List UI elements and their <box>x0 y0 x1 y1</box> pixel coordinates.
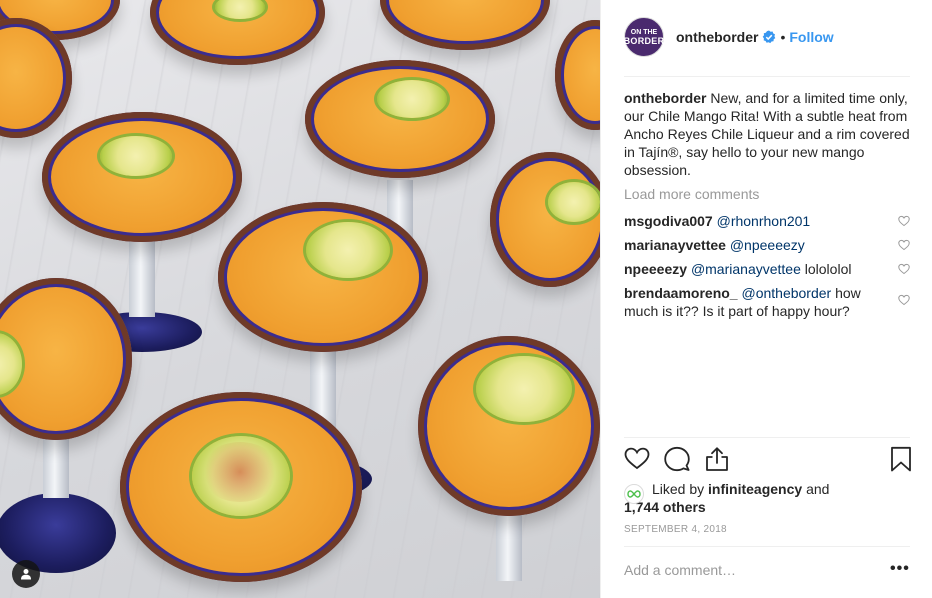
margarita-glass <box>380 0 550 50</box>
likes-summary: Liked by infiniteagency and 1,744 others <box>624 480 910 516</box>
margarita-glass <box>418 336 600 581</box>
comment-text: lolololol <box>800 261 852 277</box>
comment-icon[interactable] <box>664 446 690 472</box>
comment-item: marianayvettee @npeeeezy <box>624 236 910 254</box>
margarita-glass <box>150 0 325 65</box>
share-icon[interactable] <box>704 446 730 472</box>
comment-mention[interactable]: @ontheborder <box>741 285 831 301</box>
actions-divider <box>624 437 910 438</box>
user-tag-icon <box>21 569 31 580</box>
comment-username[interactable]: msgodiva007 <box>624 213 713 229</box>
heart-icon[interactable] <box>898 263 910 275</box>
margarita-glass <box>555 20 600 130</box>
comment-box-divider <box>624 546 910 547</box>
separator-dot: • <box>780 29 786 45</box>
margarita-glass <box>0 278 132 573</box>
options-icon[interactable]: ••• <box>890 561 910 577</box>
heart-icon[interactable] <box>624 446 650 472</box>
comment-mention[interactable]: @npeeeezy <box>730 237 805 253</box>
header-divider <box>624 76 910 77</box>
comment-item: msgodiva007 @rhonrhon201 <box>624 212 910 230</box>
heart-icon[interactable] <box>898 239 910 251</box>
post-date[interactable]: SEPTEMBER 4, 2018 <box>624 524 727 535</box>
verified-icon <box>763 30 776 44</box>
margarita-glass <box>490 152 600 287</box>
comment-item: npeeeezy @marianayvettee lolololol <box>624 260 910 278</box>
comment-mention[interactable]: @marianayvettee <box>691 261 801 277</box>
margarita-glass <box>218 202 428 501</box>
comment-username[interactable]: brendaamoreno_ <box>624 285 738 301</box>
infinity-logo-icon <box>627 490 641 498</box>
comment-username[interactable]: marianayvettee <box>624 237 726 253</box>
heart-icon[interactable] <box>898 294 910 306</box>
likes-count-link[interactable]: 1,744 others <box>624 498 910 516</box>
margarita-glass <box>120 392 362 582</box>
margarita-glass <box>305 60 495 250</box>
post-caption: ontheborder New, and for a limited time … <box>624 89 910 179</box>
post-photo[interactable] <box>0 0 600 598</box>
margarita-glass <box>42 112 242 352</box>
comment-mention[interactable]: @rhonrhon201 <box>717 213 811 229</box>
comment-item: brendaamoreno_ @ontheborder how much is … <box>624 284 910 320</box>
likes-prefix: Liked by <box>652 481 709 497</box>
likes-joiner: and <box>802 481 830 497</box>
post-header: ON THE BORDER ontheborder • Follow <box>624 16 910 58</box>
heart-icon[interactable] <box>898 215 910 227</box>
comment-username[interactable]: npeeeezy <box>624 261 687 277</box>
follow-button[interactable]: Follow <box>789 29 833 45</box>
add-comment-input[interactable]: Add a comment… <box>624 562 736 578</box>
bookmark-icon[interactable] <box>888 446 914 472</box>
user-tag-button[interactable] <box>12 560 40 588</box>
caption-username[interactable]: ontheborder <box>624 90 706 106</box>
avatar-text-bottom: BORDER <box>623 36 665 46</box>
avatar[interactable]: ON THE BORDER <box>624 17 664 57</box>
username-link[interactable]: ontheborder <box>676 29 758 45</box>
action-bar <box>624 446 914 474</box>
load-more-comments-button[interactable]: Load more comments <box>624 186 759 202</box>
liker-avatar[interactable] <box>624 484 644 504</box>
liked-by-user[interactable]: infiniteagency <box>708 481 802 497</box>
